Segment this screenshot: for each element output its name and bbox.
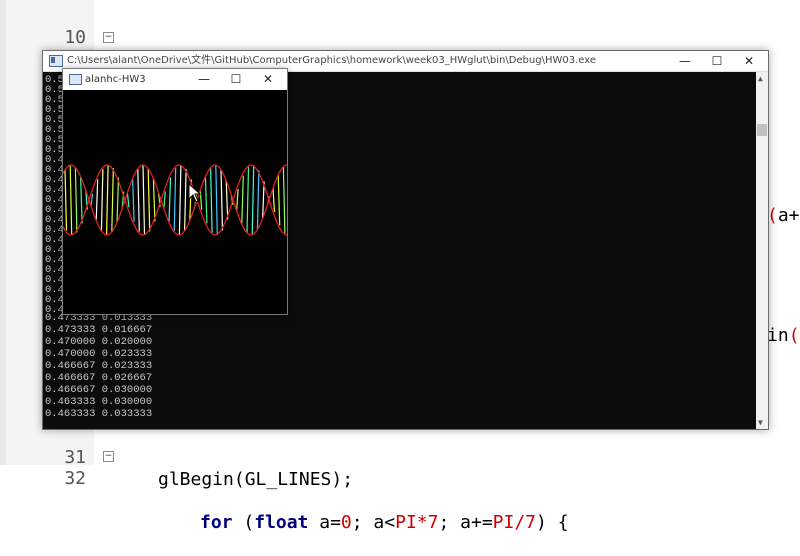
- helix-rung: [210, 167, 213, 233]
- helix-rung: [246, 167, 250, 233]
- console-line: 0.470000 0.020000: [45, 336, 153, 348]
- maximize-button[interactable]: ☐: [701, 51, 733, 71]
- helix-rung: [74, 167, 78, 233]
- helix-rung: [163, 191, 166, 209]
- helix-rung: [106, 165, 109, 235]
- opengl-canvas[interactable]: [62, 90, 288, 314]
- helix-rung: [178, 165, 182, 235]
- helix-rung: [80, 176, 83, 224]
- console-line: 0.470000 0.023333: [45, 348, 153, 360]
- dna-helix-drawing: [62, 164, 288, 236]
- helix-rung: [69, 165, 73, 235]
- helix-rung: [111, 168, 114, 232]
- console-line: 0.466667 0.026667: [45, 372, 153, 384]
- glut-title: alanhc-HW3: [85, 74, 146, 85]
- helix-rung: [251, 165, 255, 235]
- console-app-icon: [49, 55, 63, 67]
- helix-rung: [137, 168, 140, 232]
- console-line: 0.466667 0.030000: [45, 384, 153, 396]
- helix-rung: [241, 175, 244, 225]
- helix-rung: [262, 181, 265, 219]
- glut-titlebar[interactable]: alanhc-HW3 — ☐ ✕: [63, 69, 287, 90]
- fold-toggle-icon[interactable]: −: [103, 32, 114, 43]
- helix-rung: [64, 169, 68, 231]
- console-scrollbar[interactable]: ▲ ▼: [756, 72, 768, 429]
- minimize-button[interactable]: —: [669, 51, 701, 71]
- scroll-up-icon[interactable]: ▲: [758, 74, 763, 83]
- helix-rung: [277, 174, 281, 226]
- helix-rung: [173, 168, 177, 232]
- helix-rung: [100, 169, 104, 231]
- helix-rung: [168, 177, 172, 223]
- scroll-down-icon[interactable]: ▼: [758, 418, 763, 427]
- code-fragment: in(: [767, 325, 800, 346]
- helix-rung: [142, 164, 146, 236]
- helix-rung: [132, 178, 135, 222]
- code-text: for (float a=0; a<PI*7; a+=PI/7) {: [200, 512, 569, 533]
- code-line-11[interactable]: 11 − {: [0, 27, 800, 114]
- helix-rung: [282, 166, 286, 234]
- helix-rung: [147, 168, 151, 232]
- close-button[interactable]: ✕: [253, 69, 283, 90]
- scroll-thumb[interactable]: [757, 124, 767, 136]
- helix-rung: [116, 177, 120, 223]
- helix-rung: [95, 179, 99, 221]
- helix-rung: [90, 193, 94, 207]
- helix-rung: [236, 189, 239, 211]
- code-fragment: (a+: [767, 205, 800, 226]
- helix-rung: [272, 187, 276, 213]
- helix-rung: [204, 176, 208, 224]
- helix-rung: [126, 192, 130, 208]
- close-button[interactable]: ✕: [733, 51, 765, 71]
- console-line: 0.473333 0.016667: [45, 324, 153, 336]
- code-text: glBegin(GL_LINES);: [158, 469, 354, 490]
- fold-toggle-icon[interactable]: −: [103, 451, 114, 462]
- helix-rung: [152, 178, 156, 222]
- minimize-button[interactable]: —: [189, 69, 219, 90]
- helix-rung: [220, 169, 224, 231]
- helix-rung: [184, 169, 187, 231]
- maximize-button[interactable]: ☐: [221, 69, 251, 90]
- console-line: 0.463333 0.030000: [45, 396, 153, 408]
- console-line: 0.463333 0.033333: [45, 408, 153, 420]
- helix-rung: [225, 180, 229, 220]
- glut-app-icon: [69, 74, 82, 85]
- helix-rung: [256, 170, 260, 230]
- line-number: 32: [64, 468, 86, 489]
- code-line-10[interactable]: 10 void display(): [0, 5, 800, 70]
- helix-rung: [215, 165, 218, 235]
- console-line: 0.466667 0.023333: [45, 360, 153, 372]
- glut-window[interactable]: alanhc-HW3 — ☐ ✕: [62, 68, 288, 315]
- mouse-cursor-icon: [188, 183, 202, 203]
